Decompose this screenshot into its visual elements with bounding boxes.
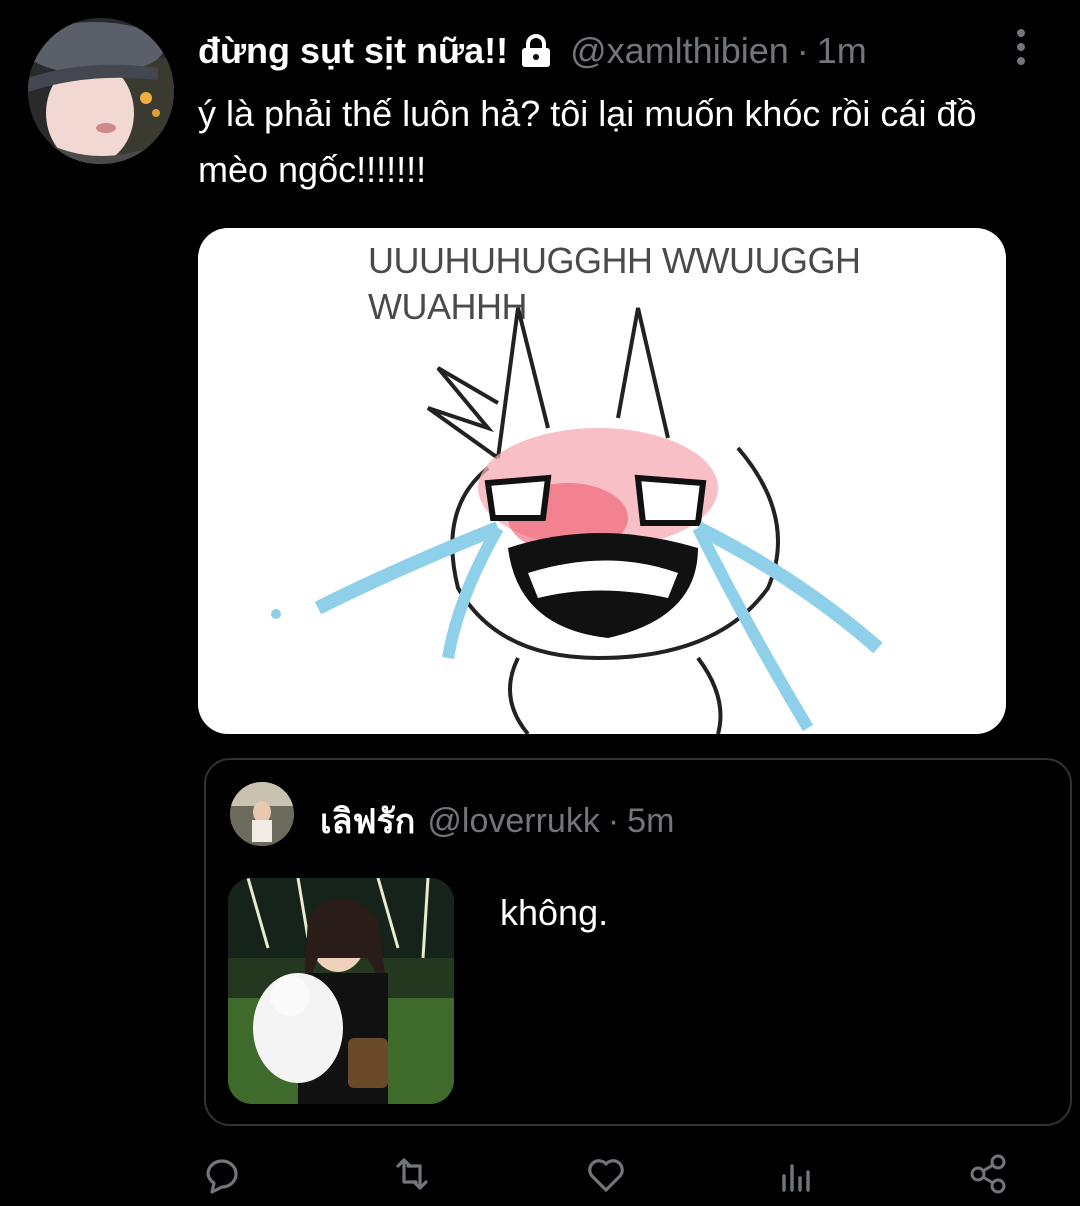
- separator-dot: ·: [796, 30, 809, 71]
- tweet-media-image[interactable]: UUUHUHUGGHH WWUUGGH WUAHHH: [198, 228, 1006, 734]
- tweet-action-bar: [0, 1140, 1080, 1206]
- views-icon[interactable]: [776, 1152, 820, 1196]
- separator-dot: ·: [607, 801, 620, 840]
- author-handle[interactable]: @xamlthibien: [570, 30, 789, 72]
- author-avatar[interactable]: [28, 18, 174, 164]
- quoted-tweet[interactable]: เลิฟรัก @loverrukk · 5m không.: [204, 758, 1072, 1126]
- quoted-header: เลิฟรัก @loverrukk · 5m: [320, 794, 674, 848]
- tweet-timestamp[interactable]: 1m: [817, 30, 867, 72]
- author-display-name[interactable]: đừng sụt sịt nữa!!: [198, 30, 508, 72]
- more-vertical-icon[interactable]: [1004, 28, 1038, 68]
- crying-cat-drawing: [271, 307, 883, 734]
- heart-icon[interactable]: [584, 1152, 628, 1196]
- quoted-media-image[interactable]: [228, 878, 454, 1104]
- reply-icon[interactable]: [200, 1152, 244, 1196]
- quoted-timestamp: 5m: [627, 801, 675, 840]
- quoted-display-name: เลิฟรัก: [320, 803, 416, 841]
- quoted-tweet-text: không.: [500, 892, 609, 933]
- quoted-author-avatar: [230, 782, 294, 846]
- tweet-text: ý là phải thế luôn hả? tôi lại muốn khóc…: [198, 93, 977, 190]
- tweet-header: đừng sụt sịt nữa!! @xamlthibien · 1m: [198, 26, 1038, 76]
- share-icon[interactable]: [966, 1152, 1010, 1196]
- lock-icon: [518, 33, 554, 69]
- retweet-icon[interactable]: [390, 1152, 434, 1196]
- quoted-handle: @loverrukk: [427, 801, 600, 840]
